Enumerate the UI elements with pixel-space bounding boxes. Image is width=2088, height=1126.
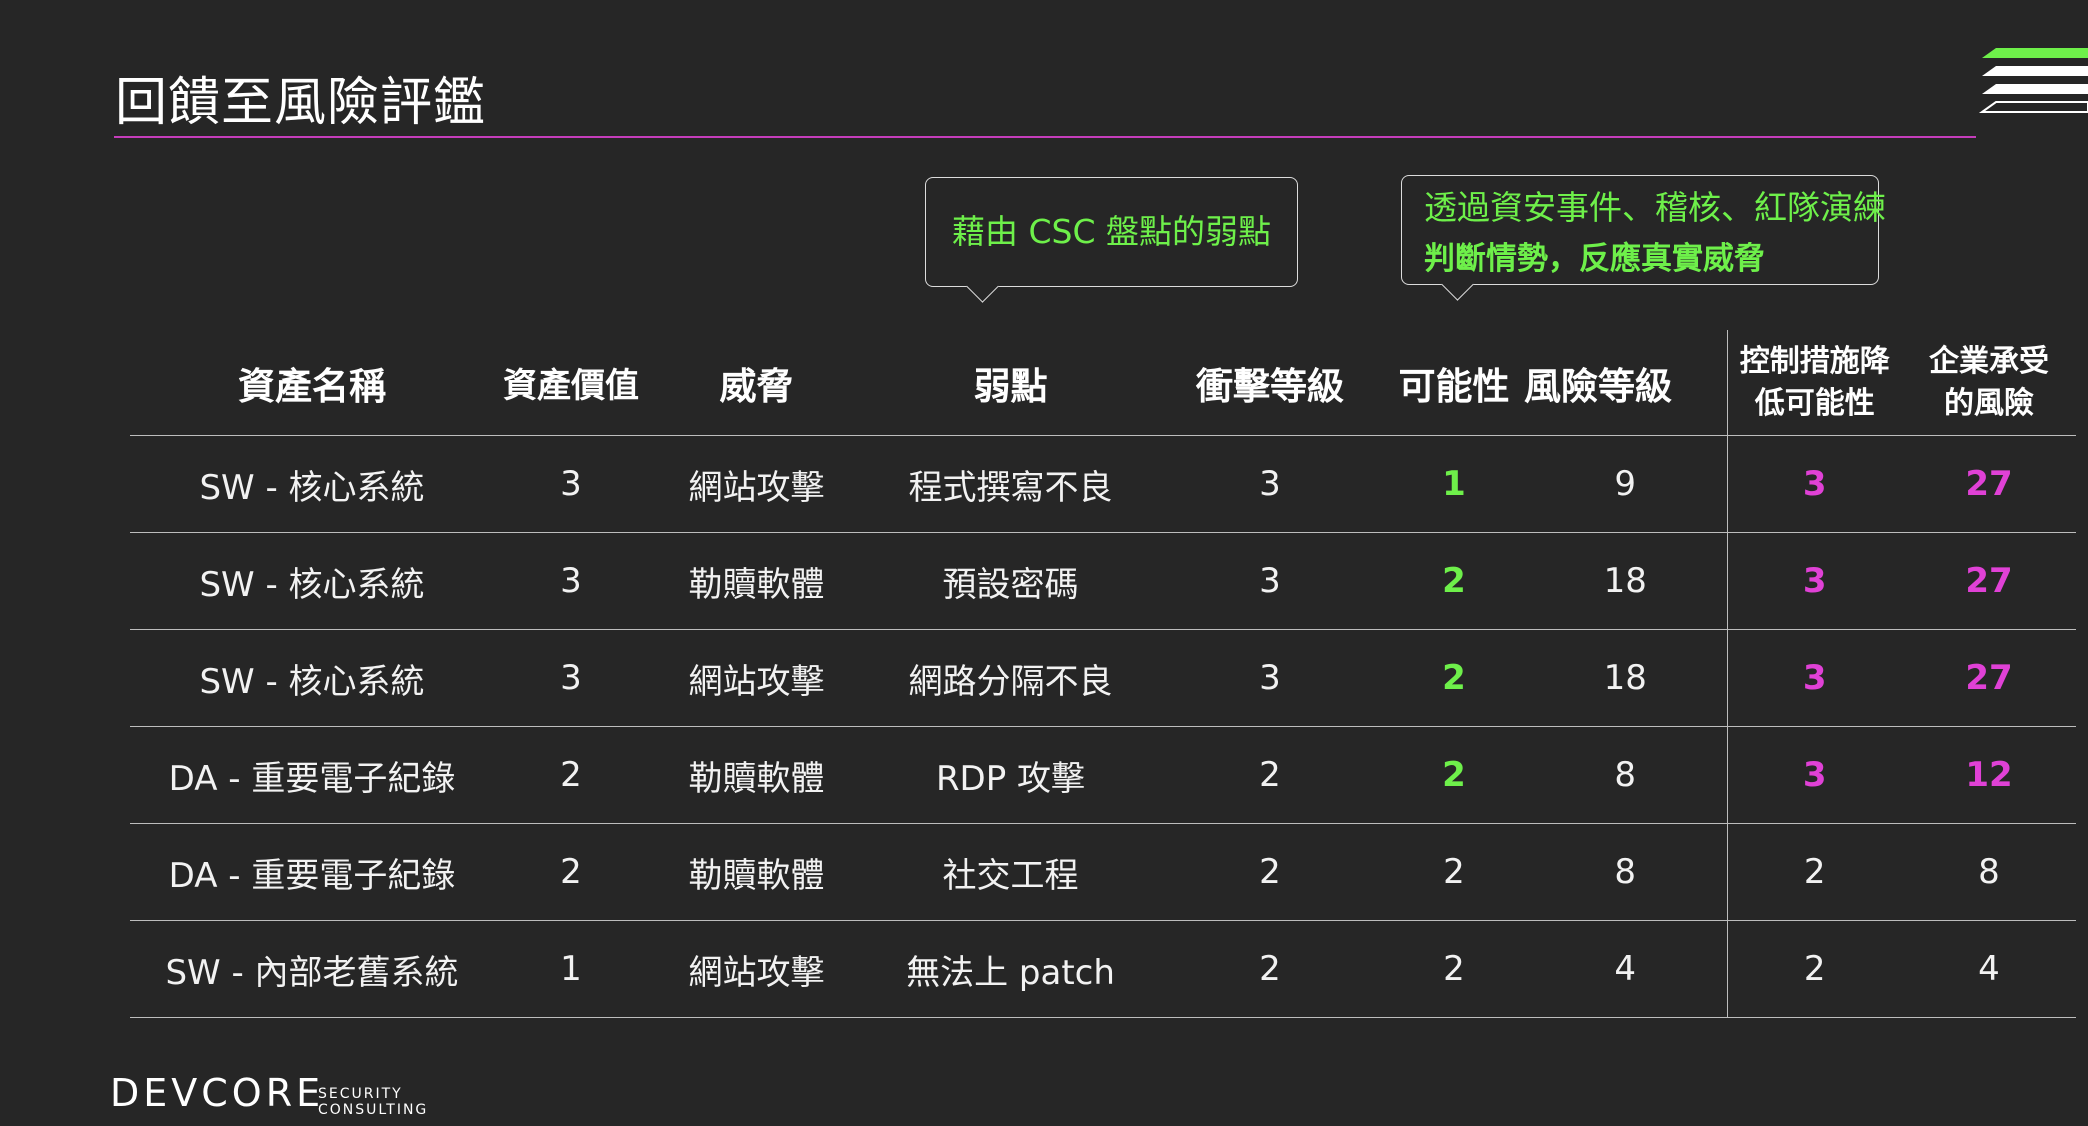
cell-threat: 網站攻擊 bbox=[648, 629, 865, 727]
header-control-line1: 控制措施降 bbox=[1739, 343, 1890, 379]
cell-asset: DA - 重要電子紀錄 bbox=[130, 823, 494, 921]
slide-title: 回饋至風險評鑑 bbox=[115, 73, 487, 133]
cell-likelihood: 1 bbox=[1384, 435, 1524, 533]
title-underline bbox=[114, 136, 1976, 138]
table-row: SW - 核心系統 3 網站攻擊 網路分隔不良 3 2 18 3 27 bbox=[130, 629, 2076, 727]
header-asset-name: 資產名稱 bbox=[130, 330, 494, 436]
cell-likelihood: 2 bbox=[1384, 823, 1524, 921]
cell-impact: 3 bbox=[1156, 532, 1384, 630]
table-row: DA - 重要電子紀錄 2 勒贖軟體 RDP 攻擊 2 2 8 3 12 bbox=[130, 726, 2076, 824]
cell-risk-level: 18 bbox=[1524, 532, 1727, 630]
header-threat: 威脅 bbox=[648, 330, 865, 436]
cell-risk-level: 18 bbox=[1524, 629, 1727, 727]
cell-threat: 勒贖軟體 bbox=[648, 823, 865, 921]
cell-impact: 2 bbox=[1156, 823, 1384, 921]
cell-impact: 2 bbox=[1156, 920, 1384, 1018]
cell-threat: 勒贖軟體 bbox=[648, 532, 865, 630]
cell-residual: 27 bbox=[1902, 435, 2076, 533]
cell-likelihood: 2 bbox=[1384, 629, 1524, 727]
header-residual-line1: 企業承受 bbox=[1929, 343, 2049, 379]
cell-asset: SW - 核心系統 bbox=[130, 532, 494, 630]
cell-control: 3 bbox=[1726, 435, 1902, 533]
cell-risk-level: 8 bbox=[1524, 823, 1727, 921]
table-row: SW - 核心系統 3 勒贖軟體 預設密碼 3 2 18 3 27 bbox=[130, 532, 2076, 630]
cell-asset-value: 3 bbox=[494, 532, 648, 630]
cell-impact: 3 bbox=[1156, 435, 1384, 533]
cell-asset-value: 3 bbox=[494, 435, 648, 533]
table-row: DA - 重要電子紀錄 2 勒贖軟體 社交工程 2 2 8 2 8 bbox=[130, 823, 2076, 921]
header-control-measure: 控制措施降 低可能性 bbox=[1726, 330, 1902, 436]
cell-risk-level: 9 bbox=[1524, 435, 1727, 533]
cell-asset: DA - 重要電子紀錄 bbox=[130, 726, 494, 824]
header-asset-value: 資產價值 bbox=[494, 330, 648, 436]
cell-control: 3 bbox=[1726, 532, 1902, 630]
cell-threat: 網站攻擊 bbox=[648, 920, 865, 1018]
brand-tagline-line1: SECURITY bbox=[318, 1086, 403, 1102]
brand-wordmark: DEVCORE bbox=[110, 1071, 325, 1115]
cell-threat: 勒贖軟體 bbox=[648, 726, 865, 824]
cell-threat: 網站攻擊 bbox=[648, 435, 865, 533]
audit-callout-line2: 判斷情勢，反應真實威脅 bbox=[1424, 241, 1765, 277]
cell-asset: SW - 核心系統 bbox=[130, 435, 494, 533]
table-header-row: 資產名稱 資產價值 威脅 弱點 衝擊等級 可能性 風險等級 控制措施降 低可能性… bbox=[130, 330, 2076, 436]
cell-asset: SW - 內部老舊系統 bbox=[130, 920, 494, 1018]
cell-control: 3 bbox=[1726, 726, 1902, 824]
callout-pointer bbox=[966, 270, 999, 303]
header-likelihood: 可能性 bbox=[1384, 330, 1524, 436]
cell-residual: 27 bbox=[1902, 629, 2076, 727]
header-residual-line2: 的風險 bbox=[1944, 385, 2034, 421]
cell-impact: 3 bbox=[1156, 629, 1384, 727]
cell-likelihood: 2 bbox=[1384, 920, 1524, 1018]
header-impact: 衝擊等級 bbox=[1156, 330, 1384, 436]
cell-vulnerability: 無法上 patch bbox=[865, 920, 1156, 1018]
cell-asset-value: 1 bbox=[494, 920, 648, 1018]
cell-residual: 12 bbox=[1902, 726, 2076, 824]
cell-vulnerability: 社交工程 bbox=[865, 823, 1156, 921]
cell-asset: SW - 核心系統 bbox=[130, 629, 494, 727]
audit-callout-line1: 透過資安事件、稽核、紅隊演練 bbox=[1424, 188, 1886, 227]
cell-risk-level: 4 bbox=[1524, 920, 1727, 1018]
brand-tagline-line2: CONSULTING bbox=[318, 1102, 429, 1118]
header-control-line2: 低可能性 bbox=[1754, 385, 1875, 421]
cell-vulnerability: 網路分隔不良 bbox=[865, 629, 1156, 727]
cell-control: 2 bbox=[1726, 823, 1902, 921]
cell-impact: 2 bbox=[1156, 726, 1384, 824]
header-residual-risk: 企業承受 的風險 bbox=[1902, 330, 2076, 436]
cell-likelihood: 2 bbox=[1384, 726, 1524, 824]
table-row: SW - 核心系統 3 網站攻擊 程式撰寫不良 3 1 9 3 27 bbox=[130, 435, 2076, 533]
cell-residual: 4 bbox=[1902, 920, 2076, 1018]
risk-assessment-table: 資產名稱 資產價值 威脅 弱點 衝擊等級 可能性 風險等級 控制措施降 低可能性… bbox=[130, 330, 2076, 1018]
layered-logo-icon bbox=[1978, 48, 2088, 113]
csc-callout-text: 藉由 CSC 盤點的弱點 bbox=[951, 212, 1271, 251]
cell-control: 2 bbox=[1726, 920, 1902, 1018]
brand-tagline: SECURITY CONSULTING bbox=[318, 1086, 428, 1118]
cell-residual: 27 bbox=[1902, 532, 2076, 630]
cell-control: 3 bbox=[1726, 629, 1902, 727]
csc-vulnerability-callout: 藉由 CSC 盤點的弱點 bbox=[925, 177, 1298, 303]
cell-risk-level: 8 bbox=[1524, 726, 1727, 824]
cell-asset-value: 2 bbox=[494, 726, 648, 824]
cell-asset-value: 3 bbox=[494, 629, 648, 727]
cell-vulnerability: RDP 攻擊 bbox=[865, 726, 1156, 824]
header-risk-level: 風險等級 bbox=[1524, 330, 1727, 436]
cell-vulnerability: 預設密碼 bbox=[865, 532, 1156, 630]
cell-vulnerability: 程式撰寫不良 bbox=[865, 435, 1156, 533]
audit-callout: 透過資安事件、稽核、紅隊演練 判斷情勢，反應真實威脅 bbox=[1401, 175, 1886, 301]
cell-asset-value: 2 bbox=[494, 823, 648, 921]
cell-likelihood: 2 bbox=[1384, 532, 1524, 630]
cell-residual: 8 bbox=[1902, 823, 2076, 921]
table-row: SW - 內部老舊系統 1 網站攻擊 無法上 patch 2 2 4 2 4 bbox=[130, 920, 2076, 1018]
header-vulnerability: 弱點 bbox=[865, 330, 1156, 436]
